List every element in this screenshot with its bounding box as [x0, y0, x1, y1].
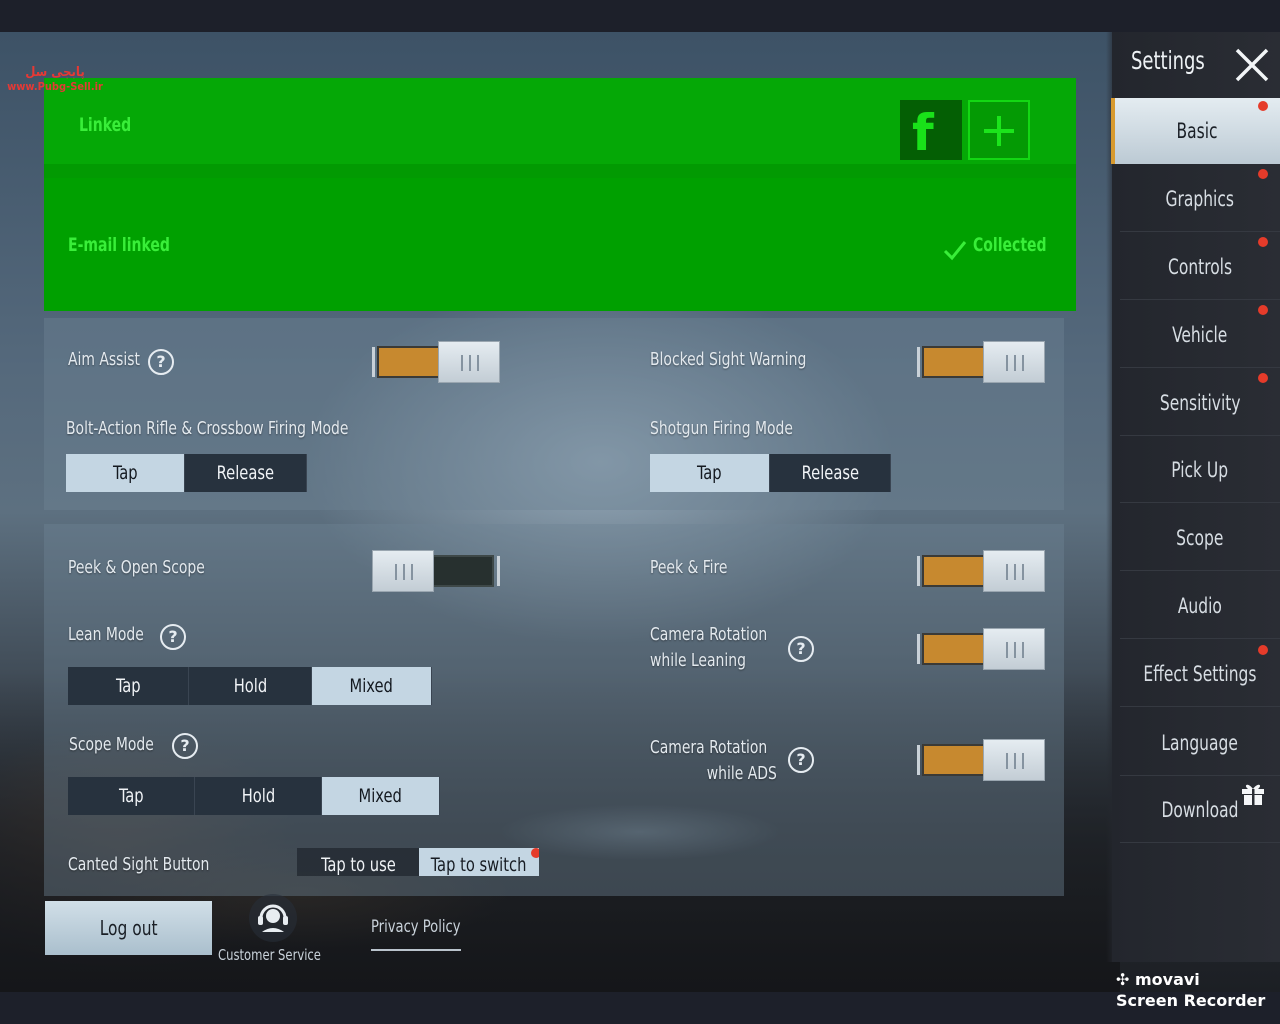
- camera-leaning-help-icon[interactable]: ?: [788, 636, 814, 662]
- peek-open-scope-toggle[interactable]: [372, 550, 500, 592]
- facebook-icon: f: [912, 104, 934, 162]
- sidebar-item-pick-up[interactable]: Pick Up: [1120, 437, 1280, 503]
- collected-label: Collected: [973, 234, 1047, 256]
- sensitivity-notification-dot: [1258, 373, 1268, 383]
- movavi-product: Screen Recorder: [1116, 991, 1266, 1010]
- logout-button[interactable]: Log out: [45, 901, 212, 955]
- aim-assist-toggle[interactable]: [372, 341, 500, 383]
- camera-ads-help-icon[interactable]: ?: [788, 747, 814, 773]
- lean-mode-hold-option[interactable]: Hold: [189, 667, 312, 705]
- facebook-button[interactable]: f: [900, 100, 962, 162]
- scope-mode-help-icon[interactable]: ?: [172, 733, 198, 759]
- privacy-policy-link[interactable]: Privacy Policy: [371, 917, 461, 937]
- scope-settings-card: [44, 524, 1064, 896]
- add-account-button[interactable]: [968, 100, 1030, 160]
- scope-mode-mixed-option[interactable]: Mixed: [322, 777, 440, 815]
- scope-mode-label: Scope Mode: [69, 734, 154, 755]
- effect-settings-notification-dot: [1258, 645, 1268, 655]
- lean-mode-mixed-option[interactable]: Mixed: [312, 667, 432, 705]
- customer-service-label[interactable]: Customer Service: [218, 946, 321, 964]
- canted-tap-to-use-option[interactable]: Tap to use: [297, 848, 419, 876]
- camera-leaning-toggle[interactable]: [917, 628, 1045, 670]
- controls-notification-dot: [1258, 237, 1268, 247]
- checkmark-icon: [943, 241, 967, 261]
- lean-mode-selector: Tap Hold Mixed: [68, 667, 432, 705]
- bolt-action-release-option[interactable]: Release: [185, 454, 307, 492]
- bolt-action-tap-option[interactable]: Tap: [66, 454, 185, 492]
- customer-service-icon[interactable]: [246, 894, 300, 942]
- sidebar-item-basic[interactable]: Basic: [1111, 98, 1280, 164]
- close-icon[interactable]: [1234, 47, 1270, 83]
- bottom-letterbox: [0, 992, 1280, 1024]
- lean-mode-tap-option[interactable]: Tap: [68, 667, 189, 705]
- canted-tap-to-switch-option[interactable]: Tap to switch: [419, 848, 539, 876]
- scope-mode-tap-option[interactable]: Tap: [68, 777, 195, 815]
- canted-sight-label: Canted Sight Button: [68, 854, 210, 875]
- basic-notification-dot: [1258, 101, 1268, 111]
- shotgun-selector: Tap Release: [650, 454, 891, 492]
- account-panel: Linked f E-mail linked Collected: [44, 78, 1076, 311]
- peek-fire-toggle[interactable]: [917, 550, 1045, 592]
- shotgun-label: Shotgun Firing Mode: [650, 418, 793, 439]
- camera-leaning-line2: while Leaning: [650, 650, 746, 671]
- sidebar-item-effect-settings[interactable]: Effect Settings: [1120, 641, 1280, 707]
- notification-dot: [531, 848, 539, 858]
- linked-label: Linked: [79, 114, 132, 136]
- camera-leaning-line1: Camera Rotation: [650, 624, 768, 645]
- sidebar-item-graphics[interactable]: Graphics: [1120, 166, 1280, 232]
- blocked-sight-toggle[interactable]: [917, 341, 1045, 383]
- camera-leaning-label: Camera Rotation while Leaning: [650, 622, 767, 674]
- screen-recorder-watermark: ✣ movavi Screen Recorder: [1116, 970, 1265, 1012]
- sidebar-item-sensitivity[interactable]: Sensitivity: [1120, 370, 1280, 436]
- camera-ads-line1: Camera Rotation: [650, 737, 768, 758]
- sidebar-item-scope[interactable]: Scope: [1120, 505, 1280, 571]
- email-linked-label: E-mail linked: [68, 234, 170, 256]
- camera-ads-line2: while ADS: [706, 763, 777, 784]
- sidebar-item-vehicle[interactable]: Vehicle: [1120, 302, 1280, 368]
- gift-icon: [1242, 784, 1264, 805]
- aim-assist-label: Aim Assist: [68, 349, 141, 370]
- privacy-underline: [371, 949, 461, 951]
- aim-assist-help-icon[interactable]: ?: [148, 349, 174, 375]
- shotgun-release-option[interactable]: Release: [770, 454, 891, 492]
- watermark-persian: پابجی سل: [25, 65, 85, 80]
- movavi-logo-icon: ✣: [1116, 970, 1130, 989]
- settings-title: Settings: [1131, 46, 1205, 75]
- peek-open-scope-label: Peek & Open Scope: [68, 557, 205, 578]
- camera-ads-label: Camera Rotation while ADS: [650, 735, 777, 787]
- canted-sight-selector: Tap to use Tap to switch: [297, 848, 539, 876]
- sidebar-item-audio[interactable]: Audio: [1120, 573, 1280, 639]
- bolt-action-selector: Tap Release: [66, 454, 307, 492]
- sidebar-item-controls[interactable]: Controls: [1120, 234, 1280, 300]
- graphics-notification-dot: [1258, 169, 1268, 179]
- peek-fire-label: Peek & Fire: [650, 557, 728, 578]
- movavi-brand: movavi: [1134, 970, 1200, 989]
- shotgun-tap-option[interactable]: Tap: [650, 454, 770, 492]
- lean-mode-help-icon[interactable]: ?: [160, 624, 186, 650]
- lean-mode-label: Lean Mode: [68, 624, 144, 645]
- scope-mode-selector: Tap Hold Mixed: [68, 777, 440, 815]
- watermark-url: www.Pubg-Sell.ir: [7, 80, 103, 93]
- scope-mode-hold-option[interactable]: Hold: [195, 777, 322, 815]
- bolt-action-label: Bolt-Action Rifle & Crossbow Firing Mode: [66, 418, 349, 439]
- vehicle-notification-dot: [1258, 305, 1268, 315]
- blocked-sight-label: Blocked Sight Warning: [650, 349, 807, 370]
- watermark: پابجی سل www.Pubg-Sell.ir: [0, 65, 110, 94]
- sidebar-item-language[interactable]: Language: [1120, 710, 1280, 776]
- top-letterbox: [0, 0, 1280, 32]
- camera-ads-toggle[interactable]: [917, 739, 1045, 781]
